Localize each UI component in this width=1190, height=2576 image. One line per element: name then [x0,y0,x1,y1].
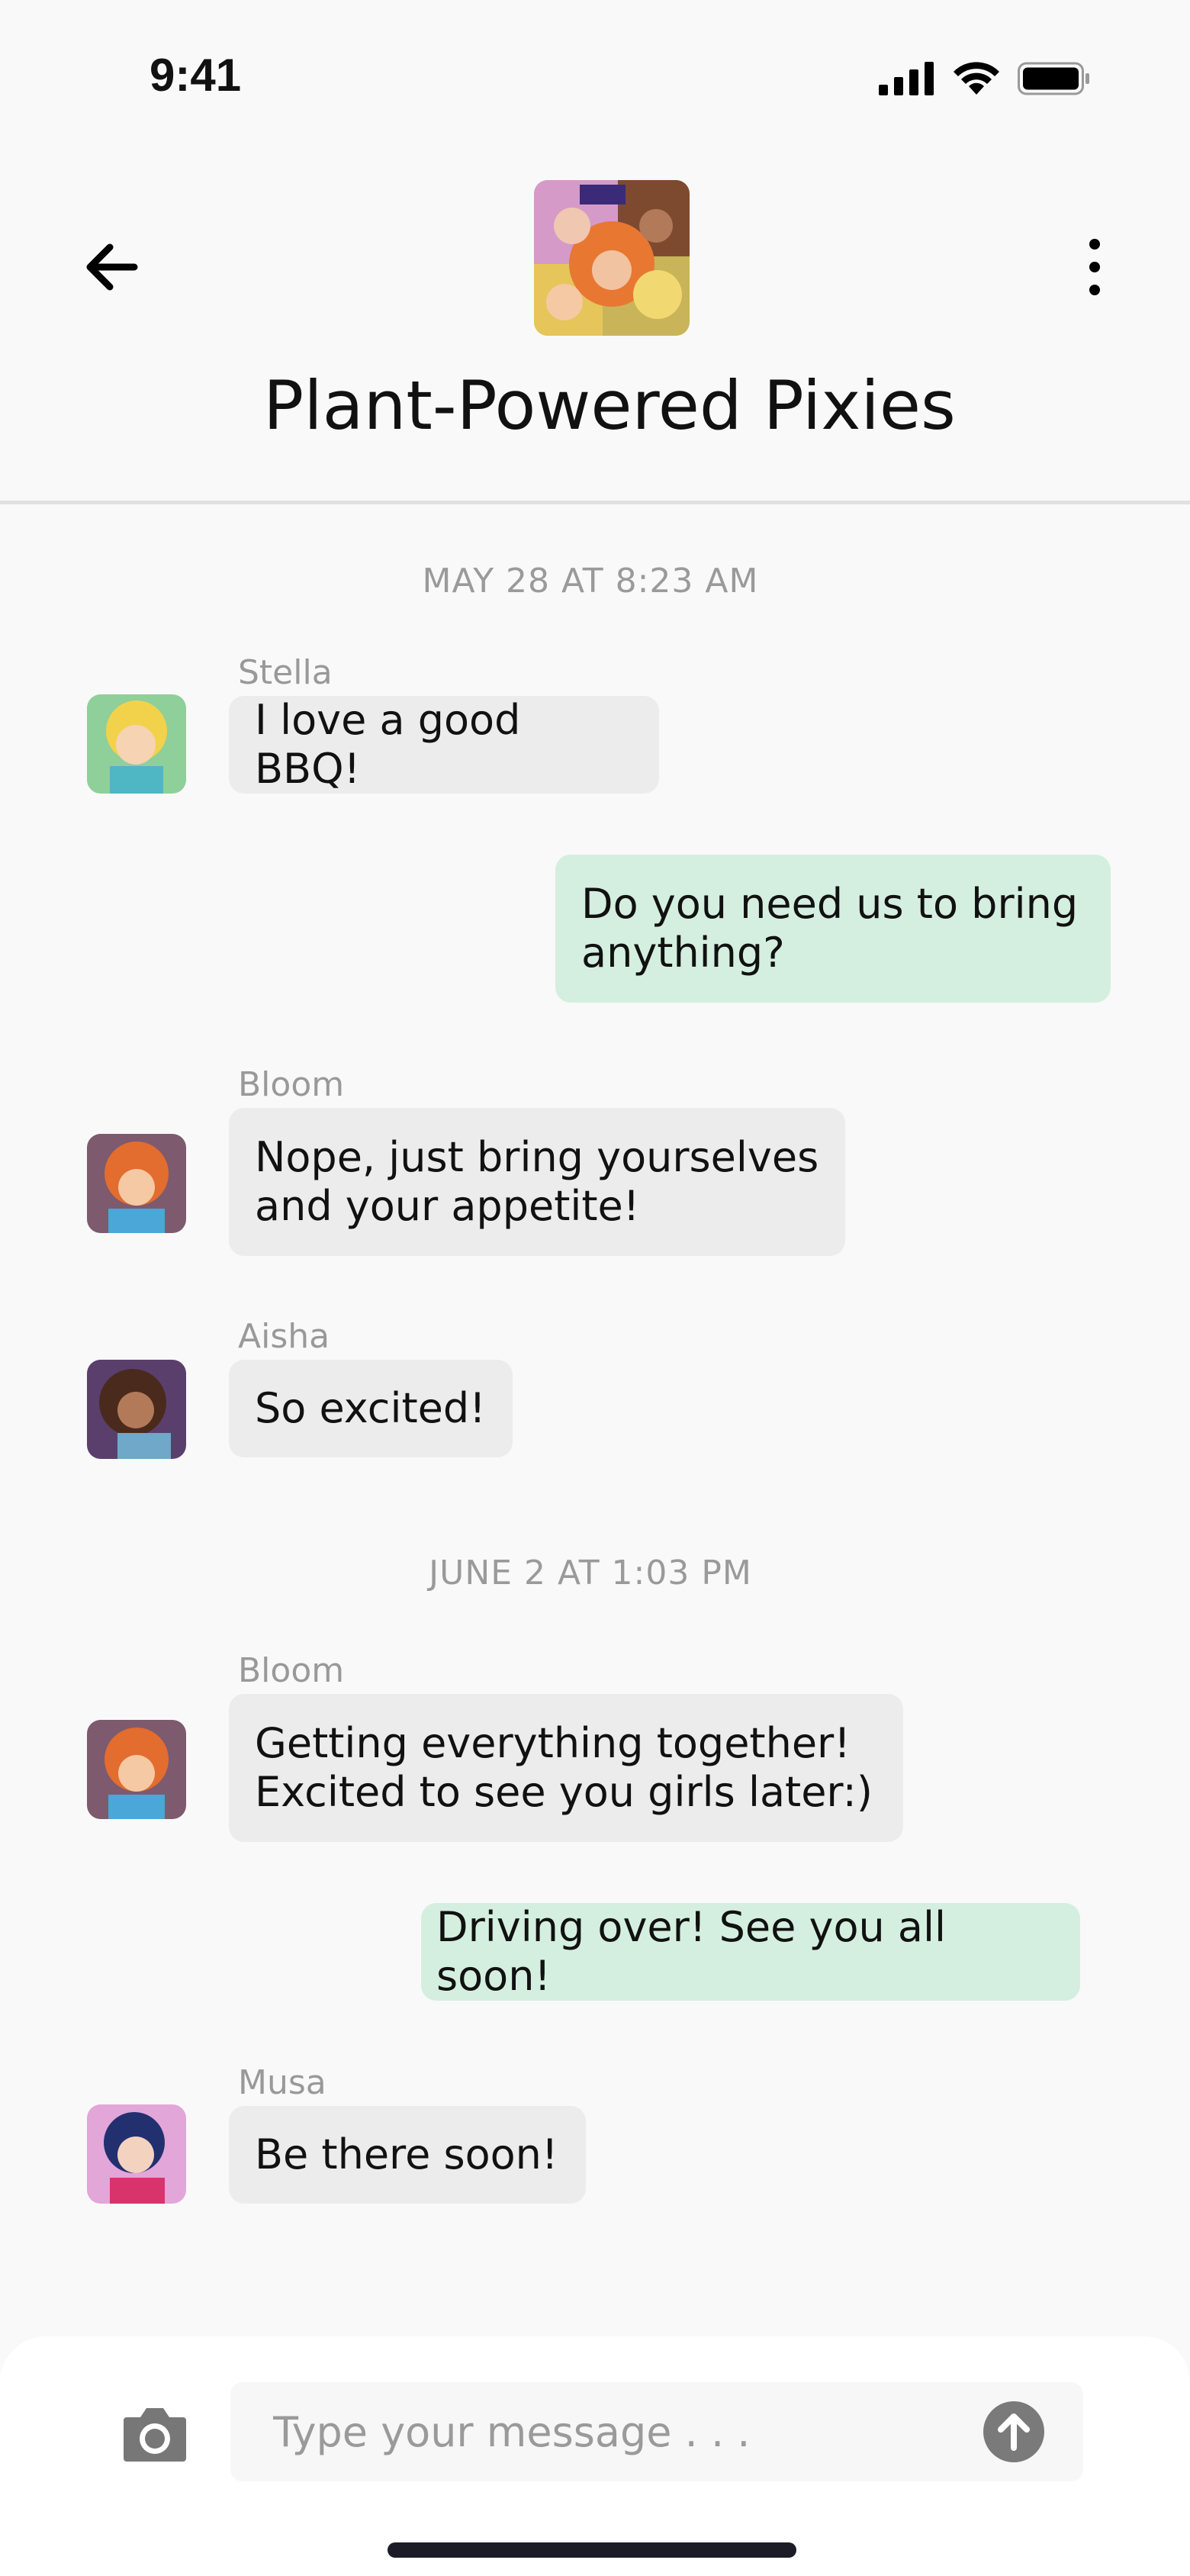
message-composer [0,2336,1190,2576]
group-avatar[interactable] [534,180,690,336]
arrow-left-icon [86,243,138,291]
message-sender: Bloom [238,1651,345,1690]
chat-screen: 9:41 Plant-Powered Pixies MAY 28 AT 8:23… [0,0,1190,2576]
message-sender: Aisha [238,1317,330,1356]
status-time: 9:41 [150,50,242,101]
back-button[interactable] [81,237,142,298]
send-button[interactable] [983,2401,1045,2463]
arrow-up-circle-icon [983,2401,1044,2462]
camera-button[interactable] [122,2404,188,2465]
message-sender: Musa [238,2063,326,2102]
message-bubble-outgoing[interactable]: Driving over! See you all soon! [421,1903,1080,2001]
message-text: Be there soon! [255,2130,558,2178]
cellular-signal-icon [879,62,934,95]
message-bubble-outgoing[interactable]: Do you need us to bring anything? [555,855,1111,1003]
avatar-bloom[interactable] [87,1720,186,1819]
more-options-button[interactable] [1076,237,1114,298]
status-icons [879,60,1091,98]
message-text: Nope, just bring yourselves and your app… [255,1133,819,1230]
message-sender: Bloom [238,1065,345,1104]
camera-icon [124,2408,186,2462]
message-text: So excited! [255,1384,486,1432]
message-bubble-incoming[interactable]: So excited! [229,1360,513,1457]
date-separator: JUNE 2 AT 1:03 PM [429,1554,752,1592]
avatar-aisha[interactable] [87,1360,186,1459]
message-text: Getting everything together! Excited to … [255,1719,873,1816]
avatar-musa[interactable] [87,2104,186,2204]
chat-title: Plant-Powered Pixies [263,366,956,445]
message-bubble-incoming[interactable]: I love a good BBQ! [229,696,659,794]
date-separator: MAY 28 AT 8:23 AM [422,562,759,601]
battery-icon [1018,62,1089,95]
wifi-icon [954,62,999,95]
message-text: Driving over! See you all soon! [436,1903,947,2000]
avatar-bloom[interactable] [87,1134,186,1233]
message-bubble-incoming[interactable]: Nope, just bring yourselves and your app… [229,1108,845,1256]
message-sender: Stella [238,653,333,692]
avatar-stella[interactable] [87,694,186,794]
more-vertical-icon [1089,239,1100,295]
home-indicator [388,2542,796,2558]
chat-header: Plant-Powered Pixies [0,137,1190,504]
status-bar: 9:41 [0,0,1190,137]
message-bubble-incoming[interactable]: Be there soon! [229,2106,586,2204]
message-text: I love a good BBQ! [255,696,521,793]
message-input[interactable] [230,2382,1083,2481]
message-bubble-incoming[interactable]: Getting everything together! Excited to … [229,1694,903,1842]
message-text: Do you need us to bring anything? [581,880,1079,977]
